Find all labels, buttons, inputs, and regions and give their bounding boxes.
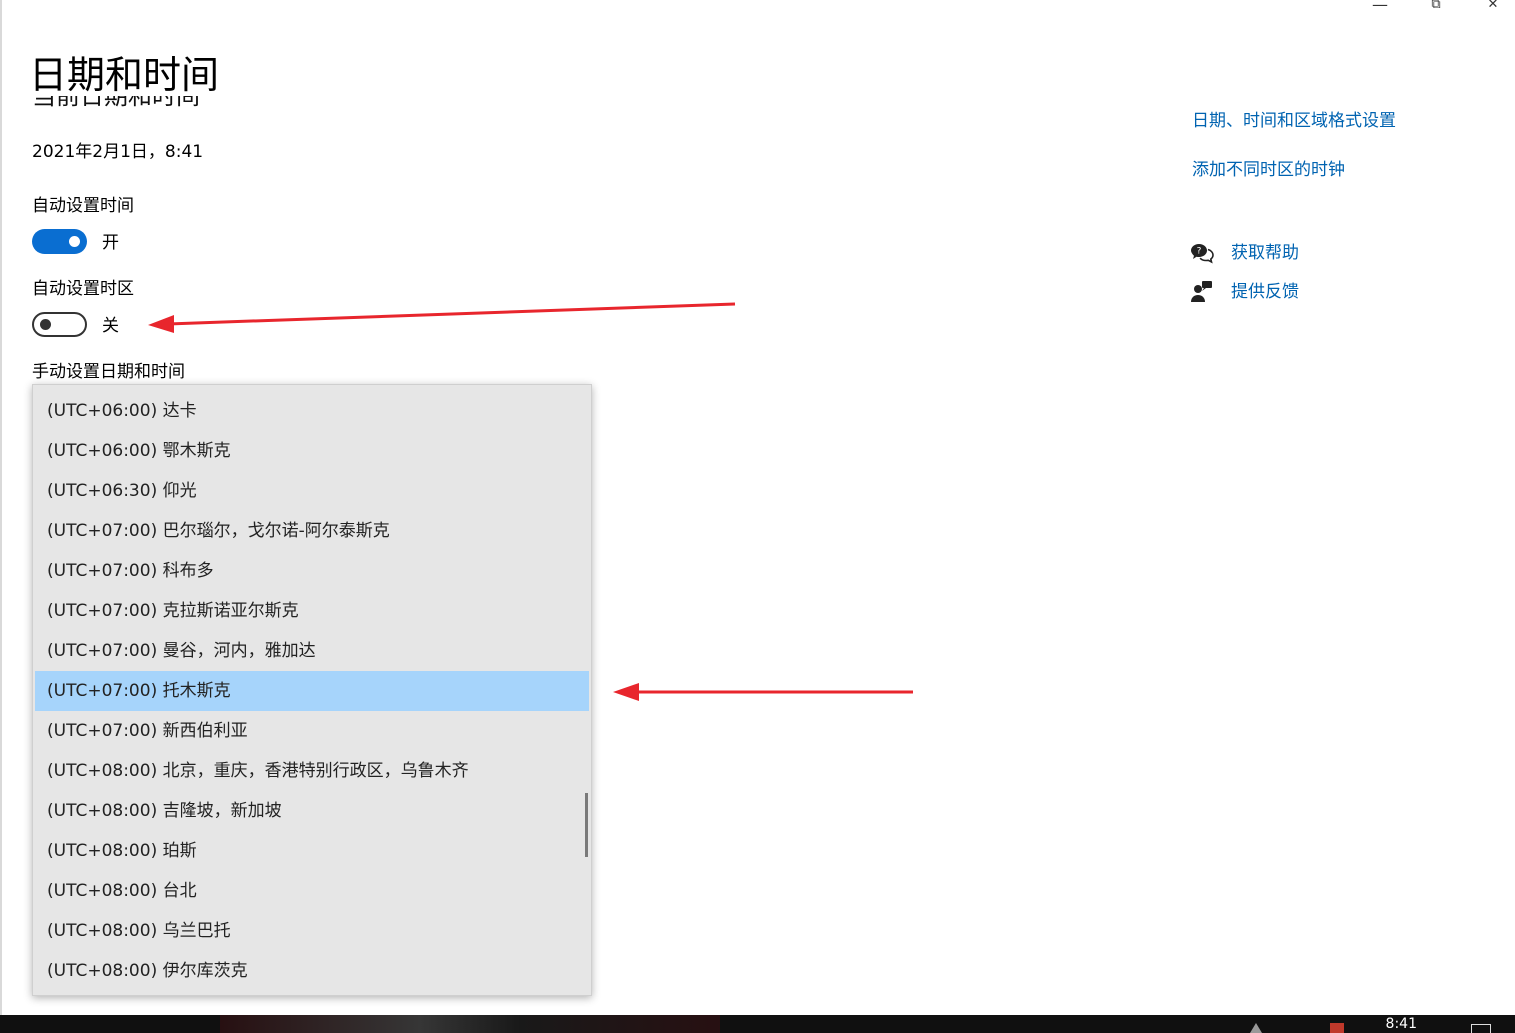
get-help-link[interactable]: 获取帮助 xyxy=(1231,242,1299,264)
feedback-link[interactable]: 提供反馈 xyxy=(1231,281,1299,303)
timezone-option[interactable]: (UTC+08:00) 伊尔库茨克 xyxy=(33,951,591,991)
timezone-option[interactable]: (UTC+08:00) 乌兰巴托 xyxy=(33,911,591,951)
toggle-knob xyxy=(69,236,80,247)
auto-timezone-toggle[interactable] xyxy=(32,312,87,337)
timezone-option[interactable]: (UTC+08:00) 吉隆坡，新加坡 xyxy=(33,791,591,831)
minimize-button[interactable]: — xyxy=(1358,0,1402,14)
timezone-option[interactable]: (UTC+07:00) 新西伯利亚 xyxy=(33,711,591,751)
timezone-option[interactable]: (UTC+08:00) 台北 xyxy=(33,871,591,911)
auto-time-state: 开 xyxy=(102,233,119,253)
svg-text:?: ? xyxy=(1197,247,1202,257)
region-format-link[interactable]: 日期、时间和区域格式设置 xyxy=(1192,110,1396,132)
desktop-wallpaper-strip xyxy=(220,1015,720,1033)
section-heading-clipped: 当前日期和时间 xyxy=(32,96,232,108)
timezone-option[interactable]: (UTC+07:00) 克拉斯诺亚尔斯克 xyxy=(33,591,591,631)
dropdown-scrollbar-thumb[interactable] xyxy=(585,793,588,857)
timezone-option[interactable]: (UTC+07:00) 巴尔瑙尔，戈尔诺-阿尔泰斯克 xyxy=(33,511,591,551)
auto-time-label: 自动设置时间 xyxy=(32,196,134,216)
notification-center-icon[interactable] xyxy=(1471,1024,1491,1033)
auto-timezone-state: 关 xyxy=(102,316,119,336)
tray-app-icon[interactable] xyxy=(1330,1023,1344,1033)
window-left-border xyxy=(0,0,2,1015)
timezone-option[interactable]: (UTC+06:00) 达卡 xyxy=(33,391,591,431)
annotation-arrow-timezone-toggle xyxy=(148,302,736,333)
taskbar-clock[interactable]: 8:41 xyxy=(1386,1017,1417,1031)
timezone-option[interactable]: (UTC+08:00) 北京，重庆，香港特别行政区，乌鲁木齐 xyxy=(33,751,591,791)
add-clocks-link[interactable]: 添加不同时区的时钟 xyxy=(1192,159,1345,181)
person-feedback-icon xyxy=(1191,281,1212,302)
minimize-icon: — xyxy=(1372,0,1388,14)
timezone-dropdown-list[interactable]: (UTC+06:00) 达卡 (UTC+06:00) 鄂木斯克 (UTC+06:30… xyxy=(32,384,592,996)
close-button[interactable]: ✕ xyxy=(1471,0,1515,14)
timezone-options: (UTC+06:00) 达卡 (UTC+06:00) 鄂木斯克 (UTC+06:30… xyxy=(33,391,591,991)
timezone-option[interactable]: (UTC+07:00) 科布多 xyxy=(33,551,591,591)
auto-timezone-label: 自动设置时区 xyxy=(32,279,134,299)
section-heading-text: 当前日期和时间 xyxy=(32,96,200,108)
toggle-knob xyxy=(40,319,51,330)
chat-help-icon: ? xyxy=(1191,244,1214,264)
page-title: 日期和时间 xyxy=(29,53,220,97)
timezone-option-selected[interactable]: (UTC+07:00) 托木斯克 xyxy=(35,671,589,711)
auto-time-toggle[interactable] xyxy=(32,229,87,254)
timezone-option[interactable]: (UTC+07:00) 曼谷，河内，雅加达 xyxy=(33,631,591,671)
timezone-option[interactable]: (UTC+06:00) 鄂木斯克 xyxy=(33,431,591,471)
tray-chevron-icon[interactable] xyxy=(1250,1023,1262,1033)
timezone-option[interactable]: (UTC+06:30) 仰光 xyxy=(33,471,591,511)
maximize-button[interactable]: ⧉ xyxy=(1414,0,1458,14)
current-datetime: 2021年2月1日，8:41 xyxy=(32,142,204,162)
restore-icon: ⧉ xyxy=(1431,0,1441,12)
annotation-arrow-selected-timezone xyxy=(613,683,913,701)
timezone-option[interactable]: (UTC+08:00) 珀斯 xyxy=(33,831,591,871)
close-icon: ✕ xyxy=(1487,0,1499,12)
taskbar: 8:41 xyxy=(0,1015,1515,1033)
manual-datetime-label: 手动设置日期和时间 xyxy=(32,362,185,382)
